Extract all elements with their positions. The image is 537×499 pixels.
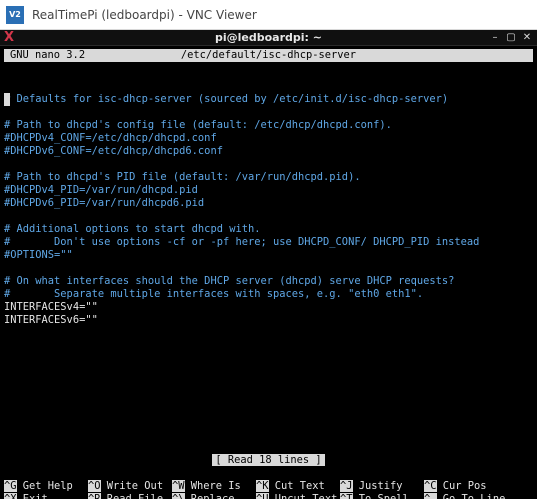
shortcut-key: ^C xyxy=(424,480,437,492)
shortcut-to-spell[interactable]: ^T To Spell xyxy=(340,493,409,499)
window-title: RealTimePi (ledboardpi) - VNC Viewer xyxy=(32,8,257,22)
editor-line[interactable]: # Additional options to start dhcpd with… xyxy=(4,223,533,236)
shortcut-key: ^W xyxy=(172,480,185,492)
terminal-window[interactable]: X pi@ledboardpi: ~ – ▢ ✕ GNU nano 3.2 /e… xyxy=(0,30,537,499)
shortcut-label: Read File xyxy=(100,493,164,499)
maximize-button[interactable]: ▢ xyxy=(504,30,518,46)
editor-line[interactable] xyxy=(4,262,533,275)
nano-header-bar: GNU nano 3.2 /etc/default/isc-dhcp-serve… xyxy=(4,49,533,62)
shortcut-get-help[interactable]: ^G Get Help xyxy=(4,480,73,493)
editor-line[interactable]: #DHCPDv6_PID=/var/run/dhcpd6.pid xyxy=(4,197,533,210)
shortcut-label: Uncut Text xyxy=(268,493,338,499)
vnc-viewer-icon: V2 xyxy=(6,6,24,24)
shortcut-key: ^K xyxy=(256,480,269,492)
shortcut-key: ^_ xyxy=(424,493,437,499)
shortcut-label: Get Help xyxy=(16,480,73,492)
editor-line[interactable] xyxy=(4,210,533,223)
editor-line[interactable] xyxy=(4,106,533,119)
shortcut-key: ^R xyxy=(88,493,101,499)
editor-line[interactable]: # Separate multiple interfaces with spac… xyxy=(4,288,533,301)
shortcut-label: To Spell xyxy=(352,493,409,499)
shortcut-cur-pos[interactable]: ^C Cur Pos xyxy=(424,480,487,493)
nano-editor[interactable]: GNU nano 3.2 /etc/default/isc-dhcp-serve… xyxy=(0,47,537,499)
shortcut-key: ^U xyxy=(256,493,269,499)
file-name: /etc/default/isc-dhcp-server xyxy=(180,49,357,61)
shortcut-justify[interactable]: ^J Justify xyxy=(340,480,403,493)
vnc-titlebar: V2 RealTimePi (ledboardpi) - VNC Viewer xyxy=(0,0,537,30)
shortcut-label: Go To Line xyxy=(436,493,506,499)
terminal-title: pi@ledboardpi: ~ xyxy=(215,31,322,44)
shortcut-key: ^X xyxy=(4,493,17,499)
editor-line[interactable]: #DHCPDv4_PID=/var/run/dhcpd.pid xyxy=(4,184,533,197)
editor-line[interactable]: # On what interfaces should the DHCP ser… xyxy=(4,275,533,288)
editor-line[interactable]: # Path to dhcpd's config file (default: … xyxy=(4,119,533,132)
status-message: [ Read 18 lines ] xyxy=(212,454,325,466)
shortcut-key: ^\ xyxy=(172,493,185,499)
shortcut-label: Replace xyxy=(184,493,235,499)
shortcut-replace[interactable]: ^\ Replace xyxy=(172,493,235,499)
shortcut-exit[interactable]: ^X Exit xyxy=(4,493,48,499)
shortcut-key: ^T xyxy=(340,493,353,499)
shortcut-label: Justify xyxy=(352,480,403,492)
editor-line[interactable]: #OPTIONS="" xyxy=(4,249,533,262)
shortcut-uncut-text[interactable]: ^U Uncut Text xyxy=(256,493,337,499)
shortcut-where-is[interactable]: ^W Where Is xyxy=(172,480,241,493)
editor-line[interactable]: INTERFACESv4="" xyxy=(4,301,533,314)
editor-line[interactable]: #DHCPDv4_CONF=/etc/dhcp/dhcpd.conf xyxy=(4,132,533,145)
status-bar: [ Read 18 lines ] xyxy=(0,454,537,467)
shortcut-key: ^O xyxy=(88,480,101,492)
close-button[interactable]: ✕ xyxy=(520,30,534,46)
shortcut-label: Write Out xyxy=(100,480,164,492)
minimize-button[interactable]: – xyxy=(488,30,502,46)
shortcut-label: Cur Pos xyxy=(436,480,487,492)
shortcut-go-to-line[interactable]: ^_ Go To Line xyxy=(424,493,505,499)
editor-line[interactable]: # Defaults for isc-dhcp-server (sourced … xyxy=(4,93,533,106)
editor-line[interactable]: #DHCPDv6_CONF=/etc/dhcp/dhcpd6.conf xyxy=(4,145,533,158)
shortcut-key: ^J xyxy=(340,480,353,492)
shortcut-label: Cut Text xyxy=(268,480,325,492)
terminal-titlebar[interactable]: X pi@ledboardpi: ~ – ▢ ✕ xyxy=(0,30,537,46)
editor-line[interactable]: # Don't use options -cf or -pf here; use… xyxy=(4,236,533,249)
editor-line[interactable]: # Path to dhcpd's PID file (default: /va… xyxy=(4,171,533,184)
shortcut-read-file[interactable]: ^R Read File xyxy=(88,493,163,499)
shortcut-cut-text[interactable]: ^K Cut Text xyxy=(256,480,325,493)
shortcut-label: Where Is xyxy=(184,480,241,492)
text-cursor xyxy=(4,93,10,106)
shortcut-label: Exit xyxy=(16,493,48,499)
shortcut-key: ^G xyxy=(4,480,17,492)
shortcut-write-out[interactable]: ^O Write Out xyxy=(88,480,163,493)
editor-line[interactable]: INTERFACESv6="" xyxy=(4,314,533,327)
editor-line[interactable] xyxy=(4,158,533,171)
